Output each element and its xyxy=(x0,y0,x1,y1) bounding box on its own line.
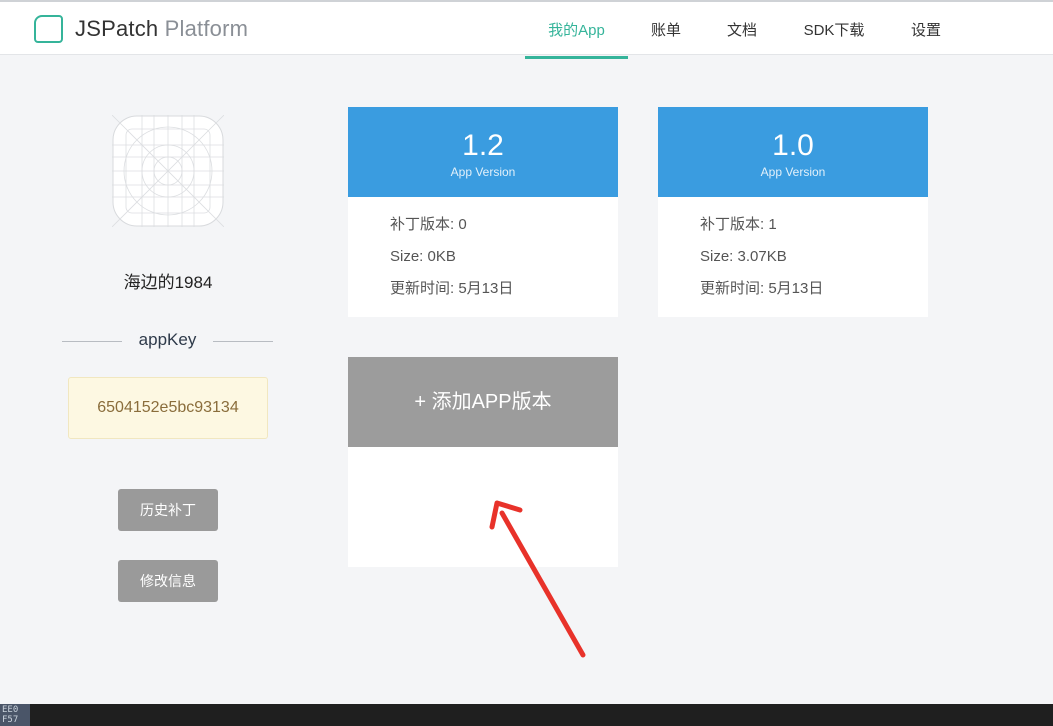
patch-version: 补丁版本: 1 xyxy=(700,216,777,233)
corner-line: EE0 xyxy=(2,705,19,715)
nav-my-app[interactable]: 我的App xyxy=(525,2,628,59)
version-number: 1.2 xyxy=(462,129,504,162)
version-card-header: 1.2 App Version xyxy=(348,107,618,197)
jspatch-logo-icon[interactable] xyxy=(33,14,63,44)
version-card[interactable]: 1.0 App Version 补丁版本: 1 Size: 3.07KB 更新时… xyxy=(658,107,928,317)
version-card-body: 补丁版本: 1 Size: 3.07KB 更新时间: 5月13日 xyxy=(658,197,928,313)
version-card-body: 补丁版本: 0 Size: 0KB 更新时间: 5月13日 xyxy=(348,197,618,313)
version-caption: App Version xyxy=(760,165,826,179)
edit-info-button[interactable]: 修改信息 xyxy=(118,560,218,602)
patch-version: 补丁版本: 0 xyxy=(390,216,467,233)
app-name: 海边的1984 xyxy=(123,273,213,292)
corner-line: F57 xyxy=(2,715,19,725)
version-caption: App Version xyxy=(450,165,516,179)
brand-title[interactable]: JSPatch Platform xyxy=(75,16,248,42)
appkey-value[interactable]: 6504152e5bc93134 xyxy=(68,377,268,439)
brand-main: JSPatch xyxy=(75,16,159,41)
nav-sdk-download[interactable]: SDK下载 xyxy=(780,2,888,57)
add-app-version-button[interactable]: + 添加APP版本 xyxy=(348,357,618,447)
main-nav: 我的App 账单 文档 SDK下载 设置 xyxy=(525,2,964,59)
nav-settings[interactable]: 设置 xyxy=(888,2,964,57)
app-icon-placeholder xyxy=(112,115,224,227)
patch-size: Size: 3.07KB xyxy=(700,248,787,265)
nav-docs[interactable]: 文档 xyxy=(704,2,780,57)
nav-billing[interactable]: 账单 xyxy=(628,2,704,57)
bottom-strip: EE0 F57 xyxy=(0,704,1053,726)
version-card-header: 1.0 App Version xyxy=(658,107,928,197)
version-number: 1.0 xyxy=(772,129,814,162)
appkey-label: appKey xyxy=(138,330,197,349)
brand-sub: Platform xyxy=(164,16,249,41)
appkey-divider-right xyxy=(213,341,273,342)
history-patch-button[interactable]: 历史补丁 xyxy=(118,489,218,531)
top-header: JSPatch Platform 我的App 账单 文档 SDK下载 设置 xyxy=(0,0,1053,59)
version-card[interactable]: 1.2 App Version 补丁版本: 0 Size: 0KB 更新时间: … xyxy=(348,107,618,317)
bottom-corner-text: EE0 F57 xyxy=(0,704,30,726)
add-version-card: + 添加APP版本 xyxy=(348,357,618,567)
update-time: 更新时间: 5月13日 xyxy=(390,280,514,297)
patch-size: Size: 0KB xyxy=(390,248,456,265)
update-time: 更新时间: 5月13日 xyxy=(700,280,824,297)
